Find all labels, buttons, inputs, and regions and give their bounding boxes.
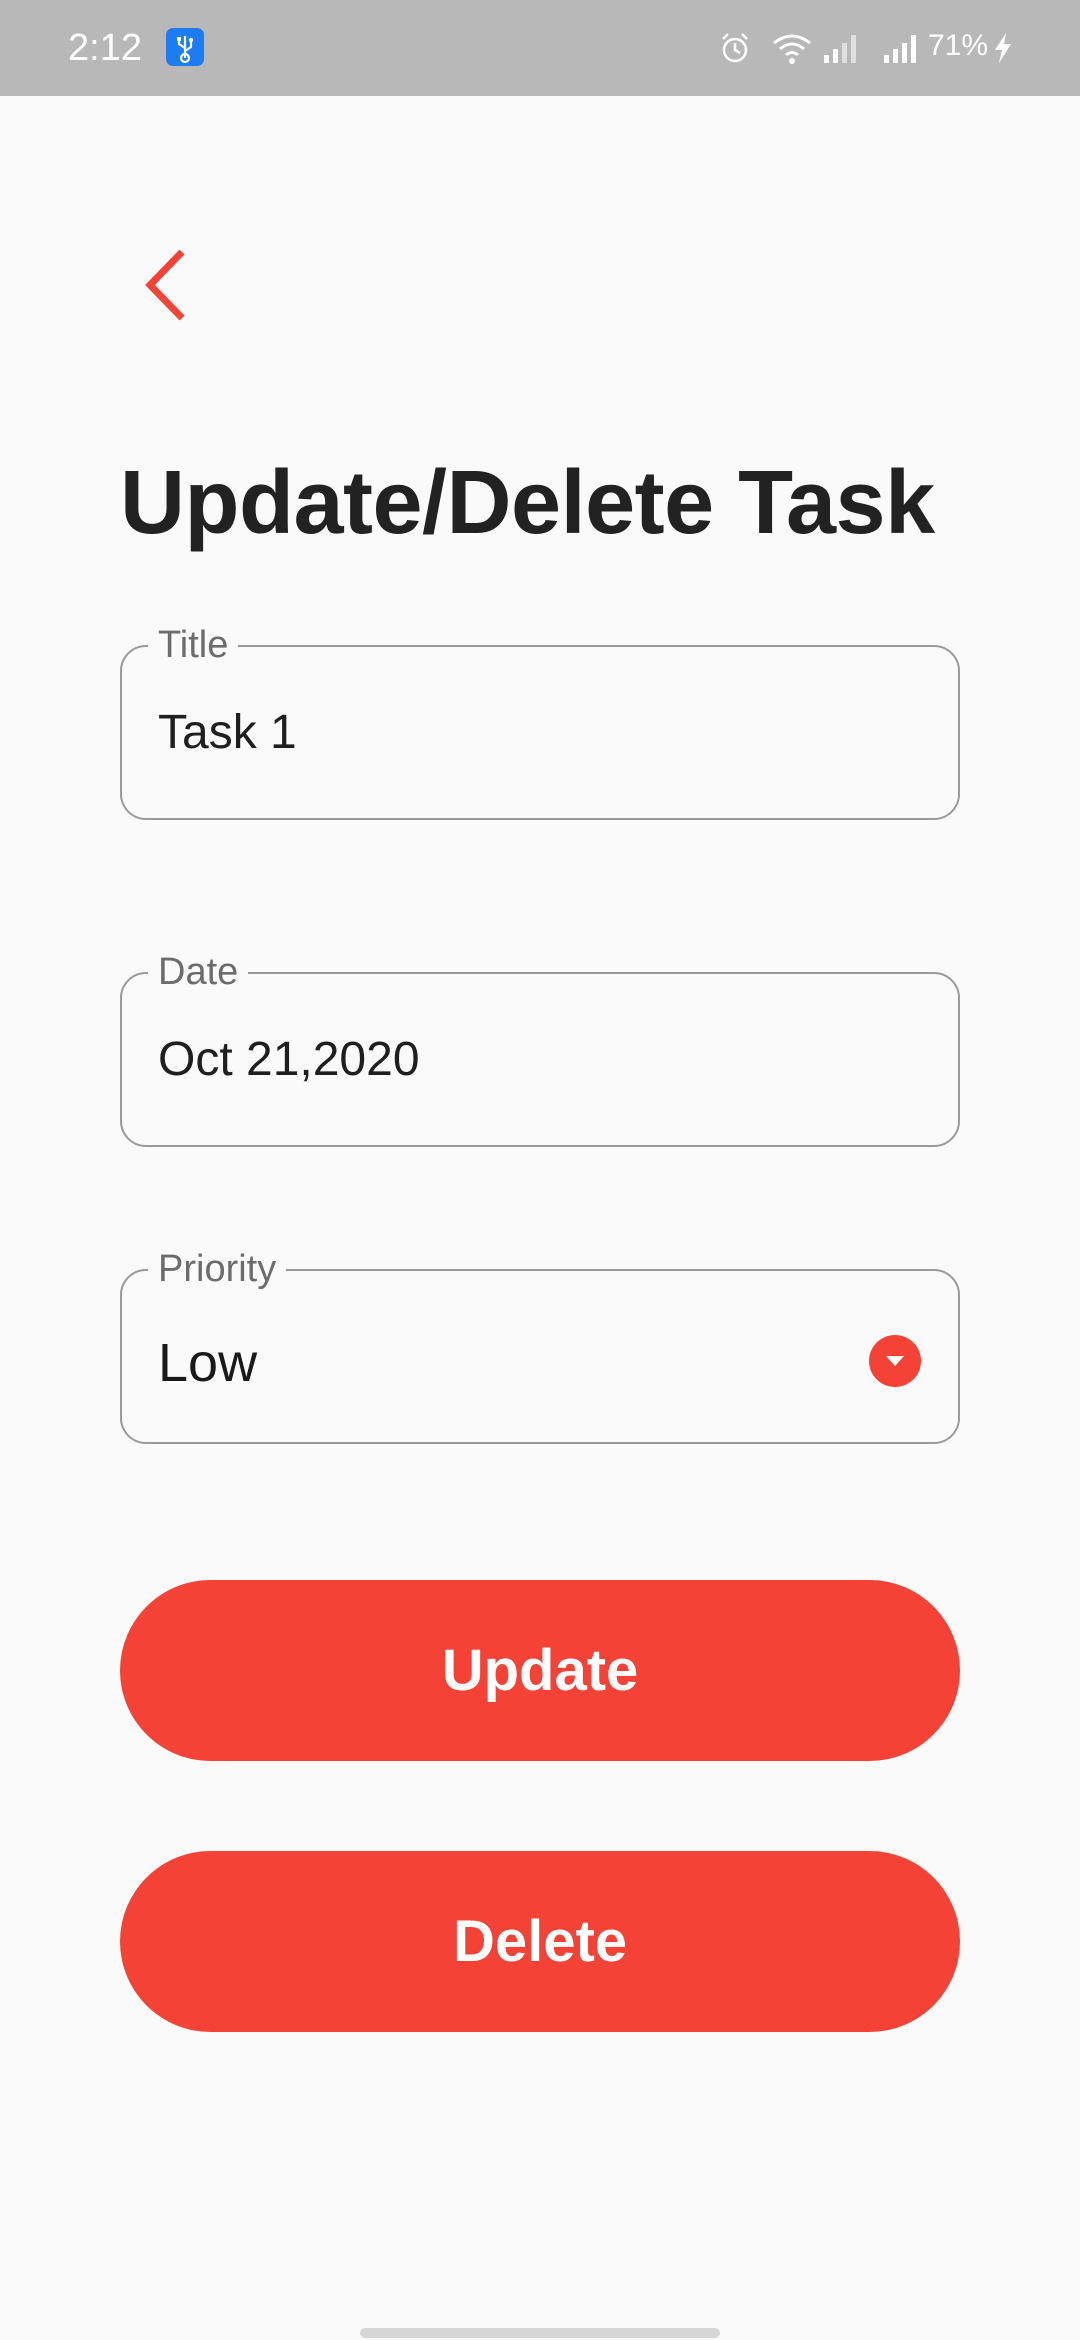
delete-button[interactable]: Delete: [120, 1851, 960, 2032]
dropdown-arrow-icon[interactable]: [869, 1335, 921, 1387]
page-title: Update/Delete Task: [120, 453, 935, 553]
priority-selected-value[interactable]: Low: [158, 1333, 257, 1393]
back-button[interactable]: [120, 232, 212, 336]
date-field-value[interactable]: Oct 21,2020: [158, 1030, 420, 1090]
usb-icon: [166, 28, 204, 66]
priority-field-label: Priority: [148, 1243, 287, 1295]
home-indicator[interactable]: [360, 2328, 720, 2338]
alarm-icon: [718, 31, 752, 70]
title-field[interactable]: Title Task 1: [120, 619, 960, 820]
battery-percentage: 71%: [928, 29, 989, 62]
status-time: 2:12: [68, 27, 142, 69]
title-field-value[interactable]: Task 1: [158, 703, 297, 763]
update-button[interactable]: Update: [120, 1580, 960, 1761]
date-field[interactable]: Date Oct 21,2020: [120, 946, 960, 1147]
date-field-label: Date: [148, 946, 249, 998]
chevron-left-icon: [145, 249, 185, 321]
priority-dropdown[interactable]: Priority Low: [120, 1243, 960, 1444]
wifi-icon: [770, 31, 814, 70]
signal-icon: [882, 31, 922, 70]
signal-icon: [822, 31, 862, 70]
title-field-label: Title: [148, 619, 239, 671]
charging-bolt-icon: [992, 31, 1014, 70]
status-bar: 2:12 71%: [0, 0, 1080, 96]
update-delete-task-screen: 2:12 71% Update/Delete Task Title Task 1…: [0, 0, 1080, 2340]
